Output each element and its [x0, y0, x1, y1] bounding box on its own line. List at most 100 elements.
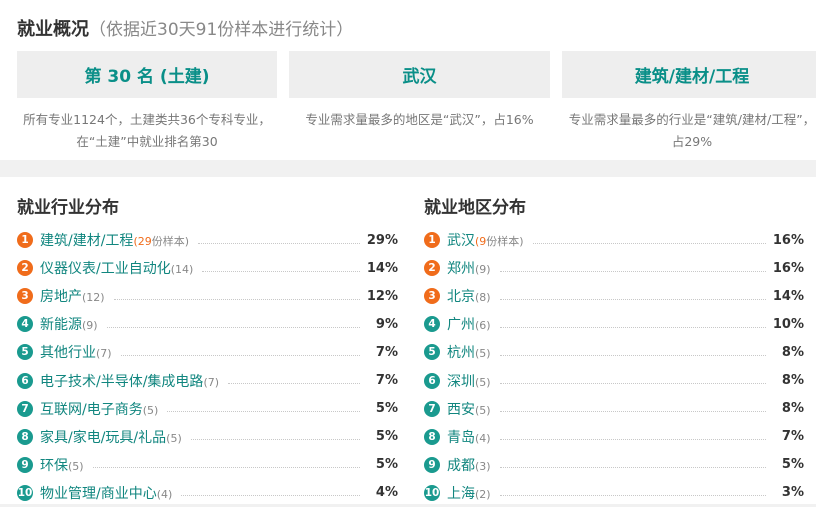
industry-item-row[interactable]: 3 房地产(12) 12%: [17, 282, 398, 310]
rank-badge: 6: [17, 372, 33, 389]
region-item-name[interactable]: 杭州(5): [447, 342, 494, 363]
sample-count: (5): [68, 459, 84, 473]
rank-badge: 1: [17, 232, 33, 249]
overview-subtitle: （依据近30天91份样本进行统计）: [89, 20, 354, 40]
industry-item-name[interactable]: 互联网/电子商务(5): [40, 398, 162, 419]
region-item-row[interactable]: 6 深圳(5) 8%: [424, 366, 804, 394]
industry-item-name[interactable]: 物业管理/商业中心(4): [40, 482, 176, 503]
industry-item-name[interactable]: 仪器仪表/工业自动化(14): [40, 258, 197, 279]
rank-badge: 3: [424, 288, 440, 305]
industry-item-name[interactable]: 建筑/建材/工程(29份样本): [40, 230, 193, 251]
region-item-name[interactable]: 武汉(9份样本): [447, 230, 527, 251]
industry-item-row[interactable]: 8 家具/家电/玩具/礼品(5) 5%: [17, 423, 398, 451]
percentage: 29%: [366, 232, 398, 248]
dotted-leader: [228, 383, 360, 385]
region-item-row[interactable]: 5 杭州(5) 8%: [424, 338, 804, 366]
region-item-row[interactable]: 2 郑州(9) 16%: [424, 254, 804, 282]
industry-item-label: 电子技术/半导体/集成电路: [40, 373, 204, 390]
region-item-row[interactable]: 3 北京(8) 14%: [424, 282, 804, 310]
percentage: 12%: [366, 288, 398, 304]
rank-badge: 8: [17, 428, 33, 445]
region-item-label: 青岛: [447, 429, 475, 446]
top-industry-card: 建筑/建材/工程: [562, 51, 816, 98]
industry-item-label: 物业管理/商业中心: [40, 485, 157, 502]
industry-item-row[interactable]: 7 互联网/电子商务(5) 5%: [17, 395, 398, 423]
industry-item-row[interactable]: 5 其他行业(7) 7%: [17, 338, 398, 366]
industry-item-name[interactable]: 房地产(12): [40, 286, 108, 307]
region-item-row[interactable]: 4 广州(6) 10%: [424, 310, 804, 338]
region-item-label: 郑州: [447, 261, 475, 278]
industry-item-row[interactable]: 2 仪器仪表/工业自动化(14) 14%: [17, 254, 398, 282]
dotted-leader: [532, 242, 766, 244]
industry-item-name[interactable]: 新能源(9): [40, 314, 101, 335]
industry-item-label: 仪器仪表/工业自动化: [40, 261, 171, 278]
industry-item-label: 环保: [40, 457, 68, 474]
region-item-name[interactable]: 北京(8): [447, 286, 494, 307]
industry-item-name[interactable]: 环保(5): [40, 454, 87, 475]
dotted-leader: [499, 439, 766, 441]
industry-item-row[interactable]: 1 建筑/建材/工程(29份样本) 29%: [17, 226, 398, 254]
percentage: 8%: [781, 373, 804, 389]
sample-count: (8): [475, 291, 491, 305]
region-item-name[interactable]: 西安(5): [447, 398, 494, 419]
sample-count: (7): [96, 347, 112, 361]
industry-list: 1 建筑/建材/工程(29份样本) 29% 2 仪器仪表/工业自动化(14) 14% 3 房地…: [17, 226, 398, 507]
region-item-row[interactable]: 1 武汉(9份样本) 16%: [424, 226, 804, 254]
percentage: 14%: [366, 260, 398, 276]
sample-count: (7): [203, 375, 220, 389]
rank-badge: 1: [424, 232, 440, 249]
percentage: 7%: [781, 429, 804, 445]
rank-badge: 10: [17, 484, 33, 501]
percentage: 3%: [781, 485, 804, 501]
sample-count: (5): [475, 347, 491, 361]
industry-item-row[interactable]: 9 环保(5) 5%: [17, 451, 398, 479]
rank-badge: 4: [424, 316, 440, 333]
industry-item-row[interactable]: 6 电子技术/半导体/集成电路(7) 7%: [17, 366, 398, 394]
industry-item-label: 新能源: [40, 317, 82, 334]
rank-badge: 8: [424, 428, 440, 445]
region-item-name[interactable]: 青岛(4): [447, 426, 494, 447]
region-item-name[interactable]: 成都(3): [447, 454, 494, 475]
region-item-name[interactable]: 郑州(9): [447, 258, 494, 279]
overview-title: 就业概况: [17, 19, 89, 40]
rank-badge: 10: [424, 484, 440, 501]
region-list: 1 武汉(9份样本) 16% 2 郑州(9) 16% 3 北京(8) 14% 4 广州(6) 10% 5…: [424, 226, 804, 507]
industry-item-name[interactable]: 其他行业(7): [40, 342, 115, 363]
dotted-leader: [181, 495, 360, 497]
region-item-label: 上海: [447, 485, 475, 502]
industry-item-row[interactable]: 10 物业管理/商业中心(4) 4%: [17, 479, 398, 507]
rank-badge: 9: [17, 456, 33, 473]
sample-count: (12): [82, 291, 105, 305]
region-item-row[interactable]: 10 上海(2) 3%: [424, 479, 804, 507]
region-item-label: 杭州: [447, 345, 475, 362]
sample-count: (5): [166, 431, 182, 445]
industry-item-name[interactable]: 家具/家电/玩具/礼品(5): [40, 426, 185, 447]
sample-count: (5): [142, 403, 159, 417]
region-item-label: 广州: [447, 317, 475, 334]
rank-card: 第 30 名 (土建): [17, 51, 277, 98]
industry-item-name[interactable]: 电子技术/半导体/集成电路(7): [40, 370, 223, 391]
region-section-title: 就业地区分布: [424, 198, 526, 218]
percentage: 5%: [781, 457, 804, 473]
dotted-leader: [106, 326, 360, 328]
dotted-leader: [499, 354, 766, 356]
industry-item-label: 其他行业: [40, 345, 96, 362]
region-item-row[interactable]: 7 西安(5) 8%: [424, 395, 804, 423]
percentage: 16%: [772, 232, 804, 248]
region-item-row[interactable]: 9 成都(3) 5%: [424, 451, 804, 479]
top-region-card-desc: 专业需求量最多的地区是“武汉”，占16%: [305, 112, 534, 127]
industry-item-row[interactable]: 4 新能源(9) 9%: [17, 310, 398, 338]
region-item-row[interactable]: 8 青岛(4) 7%: [424, 423, 804, 451]
percentage: 5%: [375, 401, 398, 417]
industry-item-label: 房地产: [40, 289, 82, 306]
region-item-name[interactable]: 上海(2): [447, 482, 494, 503]
region-item-label: 深圳: [447, 373, 475, 390]
dotted-leader: [120, 354, 360, 356]
rank-badge: 6: [424, 372, 440, 389]
rank-badge: 3: [17, 288, 33, 305]
industry-item-label: 建筑/建材/工程: [40, 233, 134, 250]
region-item-name[interactable]: 广州(6): [447, 314, 494, 335]
region-item-name[interactable]: 深圳(5): [447, 370, 494, 391]
percentage: 16%: [772, 260, 804, 276]
sample-count: (3): [475, 459, 491, 473]
